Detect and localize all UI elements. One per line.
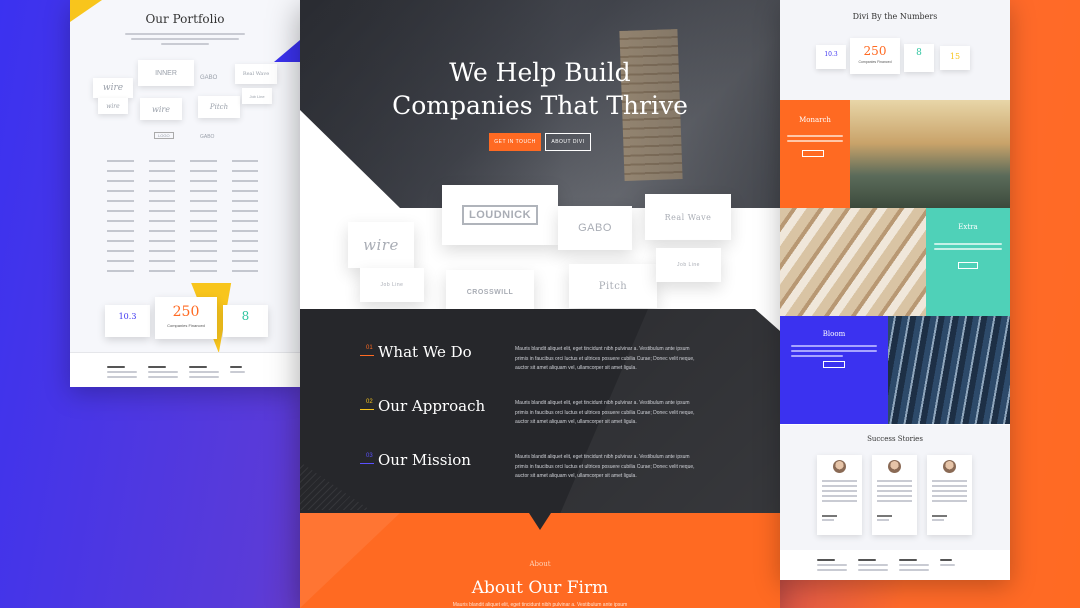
portfolio-logo: GABO — [200, 134, 215, 140]
avatar — [888, 460, 901, 473]
portfolio-logo-card: Pitch — [198, 96, 240, 118]
portfolio-logo: GABO — [200, 75, 218, 81]
stat-card: 8 — [904, 44, 934, 72]
client-logo-card: Real Wave — [645, 194, 731, 240]
client-logo-card: wire — [348, 222, 414, 268]
section-heading: What We Do — [378, 343, 472, 361]
stat-card: 10.3 — [105, 305, 150, 337]
about-page-preview: Divi By the Numbers 10.3 250 Companies F… — [780, 0, 1010, 580]
city-skyline-photo — [850, 100, 1010, 208]
glass-building-photo — [888, 316, 1010, 424]
view-project-button[interactable] — [802, 150, 824, 157]
about-text: Mauris blandit aliquet elit, eget tincid… — [452, 602, 628, 608]
stat-card-featured: 250 Companies Financed — [850, 38, 900, 74]
testimonial-card — [872, 455, 917, 535]
about-divi-button[interactable]: ABOUT DIVI — [545, 133, 591, 151]
avatar — [833, 460, 846, 473]
project-tile-monarch[interactable]: Monarch — [780, 100, 850, 208]
stat-card: 8 — [223, 305, 268, 337]
about-title: About Our Firm — [471, 578, 609, 598]
project-tile-bloom[interactable]: Bloom — [780, 316, 888, 424]
get-in-touch-button[interactable]: GET IN TOUCH — [489, 133, 541, 151]
portfolio-title: Our Portfolio — [145, 12, 225, 26]
section-heading: Our Approach — [378, 397, 486, 415]
testimonial-card — [817, 455, 862, 535]
stat-card: 10.3 — [816, 45, 846, 69]
portfolio-page-preview: Our Portfolio wire INNER GABO Real Wave … — [70, 0, 300, 387]
portfolio-logo-card: wire — [140, 98, 182, 120]
section-number: 02 — [366, 399, 373, 405]
portfolio-intro-text — [125, 30, 245, 48]
portfolio-link-columns — [107, 156, 267, 276]
client-logo-card: Pitch — [569, 264, 657, 308]
client-logo-card: Job Line — [360, 268, 424, 302]
section-heading: Our Mission — [378, 451, 471, 469]
stat-card: 15 — [940, 46, 970, 70]
portfolio-logo-card: wire — [93, 78, 133, 98]
hero-title: We Help Build Companies That Thrive — [392, 58, 688, 120]
stat-card-featured: 250 Companies Financed — [155, 297, 217, 339]
client-logo-card: CROSSWILL — [446, 270, 534, 314]
portfolio-footer — [70, 352, 300, 387]
portfolio-logo-card: INNER — [138, 60, 194, 86]
view-project-button[interactable] — [823, 361, 845, 368]
about-footer — [780, 550, 1010, 580]
testimonial-card — [927, 455, 972, 535]
numbers-section: Divi By the Numbers 10.3 250 Companies F… — [780, 0, 1010, 100]
portfolio-logo-card: Real Wave — [235, 64, 277, 84]
section-number: 03 — [366, 453, 373, 459]
about-section: About About Our Firm Mauris blandit aliq… — [300, 513, 780, 608]
portfolio-logo-card: wire — [98, 98, 128, 114]
portfolio-logo: LOGO — [154, 132, 174, 139]
view-project-button[interactable] — [958, 262, 978, 269]
section-text: Mauris blandit aliquet elit, eget tincid… — [515, 346, 695, 371]
success-stories-title: Success Stories — [867, 435, 923, 443]
section-what-we-do: 01 What We Do Mauris blandit aliquet eli… — [300, 343, 780, 383]
section-text: Mauris blandit aliquet elit, eget tincid… — [515, 454, 695, 479]
blue-corner-accent — [274, 40, 300, 62]
home-page-preview: We Help Build Companies That Thrive GET … — [300, 0, 780, 608]
project-tile-extra[interactable]: Extra — [926, 208, 1010, 316]
hero-section: We Help Build Companies That Thrive GET … — [300, 0, 780, 314]
client-logo-card: GABO — [558, 206, 632, 250]
section-notch — [529, 513, 551, 530]
section-our-approach: 02 Our Approach Mauris blandit aliquet e… — [300, 397, 780, 437]
services-section: 01 What We Do Mauris blandit aliquet eli… — [300, 309, 780, 514]
section-text: Mauris blandit aliquet elit, eget tincid… — [515, 400, 695, 425]
section-our-mission: 03 Our Mission Mauris blandit aliquet el… — [300, 451, 780, 491]
portfolio-logo-card: Job Line — [242, 88, 272, 104]
numbers-title: Divi By the Numbers — [852, 12, 938, 21]
about-label: About — [529, 560, 551, 568]
client-logo-card: LOUDNICK — [442, 185, 558, 245]
section-number: 01 — [366, 345, 373, 351]
wooden-blocks-photo — [780, 208, 926, 316]
avatar — [943, 460, 956, 473]
client-logo-card: Job Line — [656, 248, 721, 282]
